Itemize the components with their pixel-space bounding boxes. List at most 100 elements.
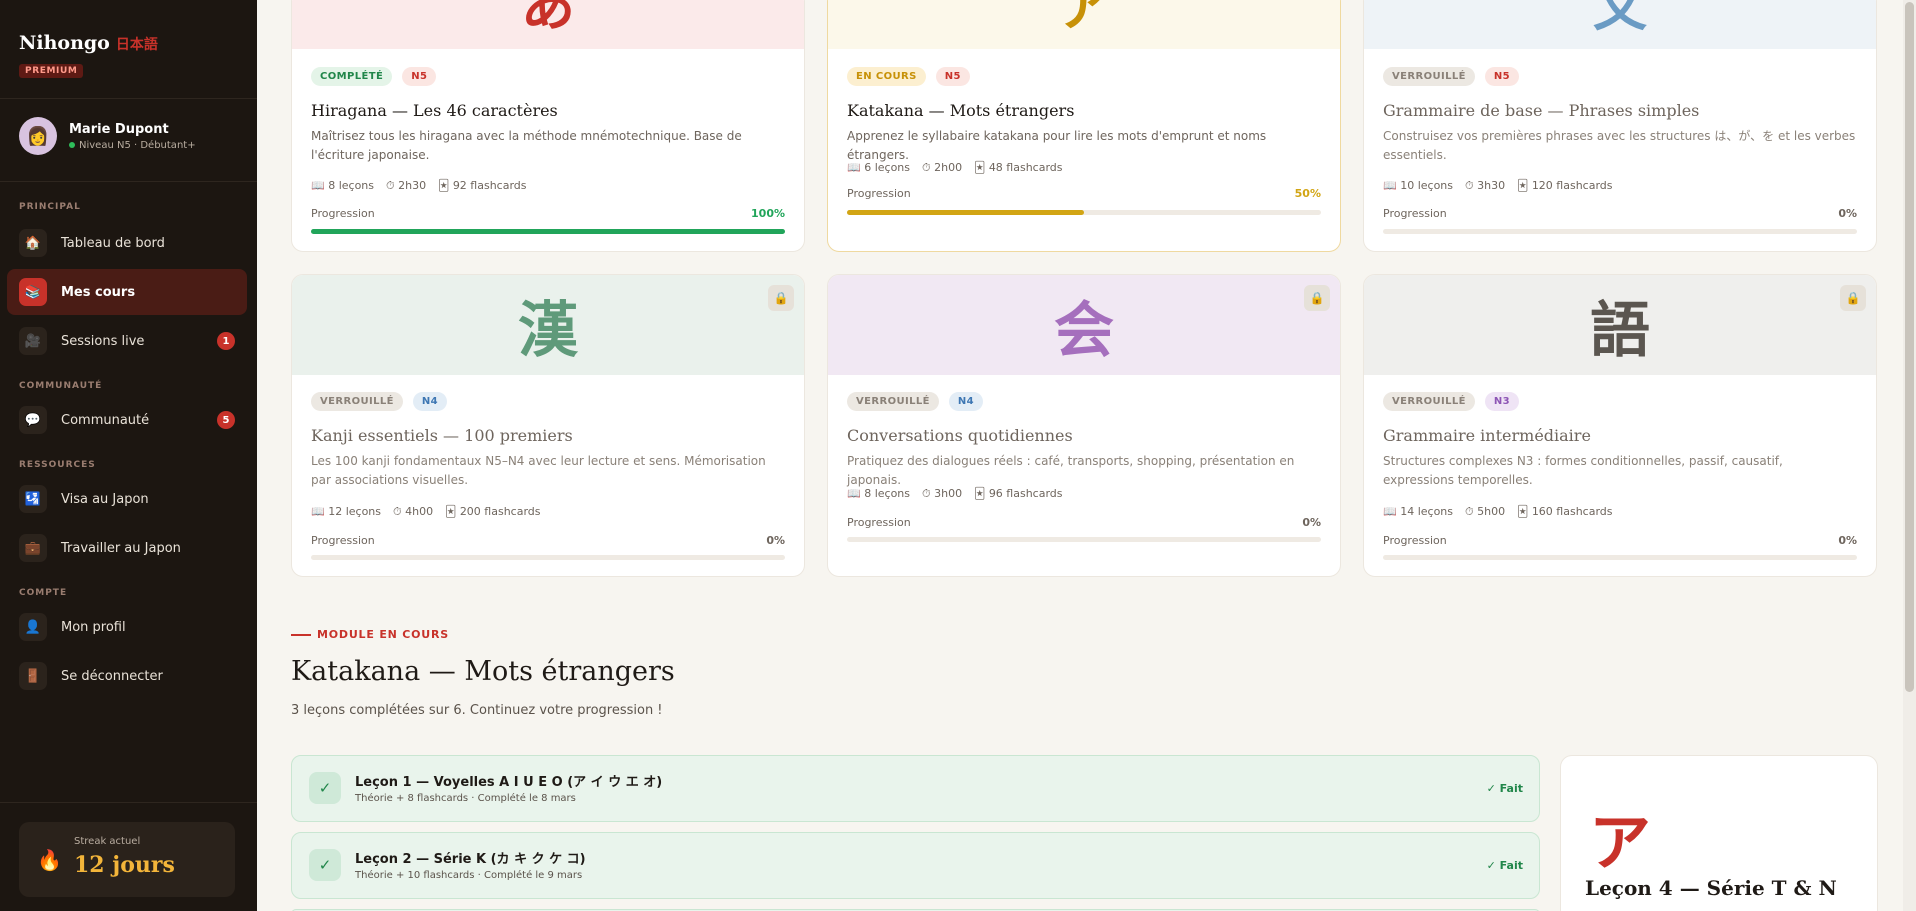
sidebar-item-dashboard[interactable]: 🏠 Tableau de bord (7, 220, 247, 266)
module-title: Katakana — Mots étrangers (291, 656, 675, 687)
flashcards-count: 🃏 200 flashcards (445, 505, 541, 518)
books-icon: 📚 (19, 278, 47, 306)
course-description: Les 100 kanji fondamentaux N5–N4 avec le… (311, 454, 766, 487)
status-badge: VERROUILLÉ (1383, 392, 1475, 411)
course-banner: 語 (1364, 275, 1876, 375)
sidebar-item-work[interactable]: 💼 Travailler au Japon (7, 525, 247, 571)
course-meta: 📖 12 leçons ⏱ 4h00 🃏 200 flashcards (311, 505, 541, 519)
progress-percent: 0% (766, 534, 785, 547)
course-card[interactable]: 会 🔒 VERROUILLÉ N4 Conversations quotidie… (827, 274, 1341, 577)
flashcards-count: 🃏 48 flashcards (974, 161, 1063, 174)
course-meta: 📖 8 leçons ⏱ 2h30 🃏 92 flashcards (311, 179, 527, 193)
status-badge: VERROUILLÉ (1383, 67, 1475, 86)
progress-label: Progression (311, 207, 375, 220)
progress-bar (311, 555, 785, 560)
door-icon: 🚪 (19, 662, 47, 690)
next-lesson-card[interactable]: ア Leçon 4 — Série T & N (1560, 755, 1878, 911)
streak-label: Streak actuel (74, 836, 141, 847)
brand-logo[interactable]: Nihongo 日本語 (19, 32, 158, 54)
sidebar-item-community[interactable]: 💬 Communauté 5 (7, 397, 247, 443)
duration: ⏱ 3h00 (922, 487, 963, 500)
chat-icon: 💬 (19, 406, 47, 434)
divider (0, 98, 257, 99)
course-card[interactable]: ア EN COURS N5 Katakana — Mots étrangers … (827, 0, 1341, 252)
sidebar-item-logout[interactable]: 🚪 Se déconnecter (7, 653, 247, 699)
duration: ⏱ 3h30 (1465, 179, 1506, 192)
user-name: Marie Dupont (69, 121, 169, 137)
section-compte: COMPTE (19, 588, 68, 598)
course-banner: 会 (828, 275, 1340, 375)
flashcards-count: 🃏 96 flashcards (974, 487, 1063, 500)
course-char: ア (1057, 0, 1111, 38)
section-ressources: RESSOURCES (19, 460, 96, 470)
lesson-row[interactable]: ✓ Leçon 2 — Série K (カ キ ク ケ コ) Théorie … (291, 832, 1540, 899)
lessons-count: 📖 10 leçons (1383, 179, 1454, 192)
lessons-count: 📖 6 leçons (847, 161, 911, 174)
user-profile[interactable]: 👩 Marie Dupont Niveau N5 · Débutant+ (19, 117, 196, 155)
progress-bar (847, 537, 1321, 542)
course-card[interactable]: 語 🔒 VERROUILLÉ N3 Grammaire intermédiair… (1363, 274, 1877, 577)
progress-bar (847, 210, 1321, 215)
progress-percent: 0% (1302, 516, 1321, 529)
level-badge: N5 (1484, 67, 1520, 86)
status-badge: EN COURS (847, 67, 926, 86)
status-badge: VERROUILLÉ (311, 392, 403, 411)
online-dot (69, 141, 75, 148)
divider (0, 802, 257, 803)
course-card[interactable]: 漢 🔒 VERROUILLÉ N4 Kanji essentiels — 100… (291, 274, 805, 577)
sidebar-item-visa[interactable]: 🛂 Visa au Japon (7, 476, 247, 522)
sidebar-item-label: Mes cours (61, 284, 136, 300)
brand-title: Nihongo (19, 32, 110, 54)
course-meta: 📖 8 leçons ⏱ 3h00 🃏 96 flashcards (847, 487, 1063, 501)
course-char: 語 (1590, 295, 1650, 366)
duration: ⏱ 2h00 (922, 161, 963, 174)
flashcards-count: 🃏 120 flashcards (1517, 179, 1613, 192)
course-card[interactable]: あ COMPLÉTÉ N5 Hiragana — Les 46 caractèr… (291, 0, 805, 252)
lessons-count: 📖 8 leçons (311, 179, 375, 192)
section-principal: PRINCIPAL (19, 202, 81, 212)
video-icon: 🎥 (19, 327, 47, 355)
sidebar-item-label: Communauté (61, 412, 150, 428)
sidebar-item-courses[interactable]: 📚 Mes cours (7, 269, 247, 315)
lesson-title: Leçon 2 — Série K (カ キ ク ケ コ) (355, 852, 586, 867)
progress-label: Progression (847, 516, 911, 529)
duration: ⏱ 2h30 (386, 179, 427, 192)
notification-badge: 5 (217, 411, 235, 429)
level-badge: N4 (948, 392, 984, 411)
course-card[interactable]: 文 VERROUILLÉ N5 Grammaire de base — Phra… (1363, 0, 1877, 252)
status-badge: COMPLÉTÉ (311, 67, 393, 86)
progress-percent: 50% (1294, 187, 1321, 200)
lesson-status: ✓ Fait (1486, 859, 1523, 872)
lessons-count: 📖 14 leçons (1383, 505, 1454, 518)
sidebar-item-label: Se déconnecter (61, 668, 163, 684)
course-description: Structures complexes N3 : formes conditi… (1383, 454, 1783, 487)
course-title: Hiragana — Les 46 caractères (311, 101, 558, 120)
course-title: Grammaire intermédiaire (1383, 426, 1591, 445)
check-icon: ✓ (309, 849, 341, 881)
module-subtitle: 3 leçons complétées sur 6. Continuez vot… (291, 703, 663, 718)
next-lesson-title: Leçon 4 — Série T & N (1585, 876, 1837, 900)
progress-label: Progression (847, 187, 911, 200)
lock-icon: 🔒 (1304, 285, 1330, 311)
progress-percent: 0% (1838, 207, 1857, 220)
progress-bar (311, 229, 785, 234)
course-description: Apprenez le syllabaire katakana pour lir… (847, 129, 1267, 162)
brand-jp: 日本語 (115, 37, 158, 53)
course-meta: 📖 14 leçons ⏱ 5h00 🃏 160 flashcards (1383, 505, 1613, 519)
check-icon: ✓ (309, 772, 341, 804)
avatar: 👩 (19, 117, 57, 155)
sidebar-item-profile[interactable]: 👤 Mon profil (7, 604, 247, 650)
scrollbar-thumb[interactable] (1905, 2, 1914, 692)
user-icon: 👤 (19, 613, 47, 641)
progress-percent: 0% (1838, 534, 1857, 547)
scrollbar[interactable] (1903, 0, 1916, 911)
lock-icon: 🔒 (1840, 285, 1866, 311)
progress-fill (847, 210, 1084, 215)
course-description: Construisez vos premières phrases avec l… (1383, 129, 1856, 162)
lock-icon: 🔒 (768, 285, 794, 311)
sidebar-item-label: Visa au Japon (61, 491, 149, 507)
lesson-row[interactable]: ✓ Leçon 1 — Voyelles A I U E O (ア イ ウ エ … (291, 755, 1540, 822)
course-description: Maîtrisez tous les hiragana avec la méth… (311, 129, 742, 162)
sidebar-item-live-sessions[interactable]: 🎥 Sessions live 1 (7, 318, 247, 364)
user-level: Niveau N5 · Débutant+ (69, 140, 196, 151)
